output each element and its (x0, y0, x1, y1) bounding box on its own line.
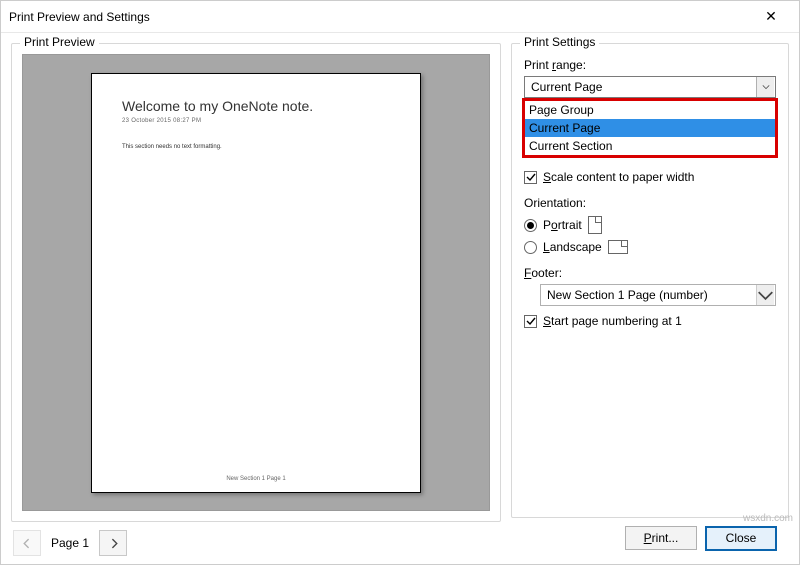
prev-page-button[interactable] (13, 530, 41, 556)
titlebar: Print Preview and Settings ✕ (1, 1, 799, 33)
orientation-label: Orientation: (524, 196, 776, 210)
chevron-down-icon (756, 77, 774, 97)
orientation-portrait-row[interactable]: Portrait (524, 216, 776, 234)
watermark: wsxdn.com (743, 513, 793, 524)
scale-checkbox[interactable] (524, 171, 537, 184)
close-button[interactable]: Close (705, 526, 777, 551)
print-range-label: Print range: (524, 58, 776, 72)
landscape-radio[interactable] (524, 241, 537, 254)
print-range-value: Current Page (531, 80, 756, 94)
pager: Page 1 (11, 528, 501, 558)
dialog-buttons: Print... Close (511, 518, 789, 558)
page-indicator: Page 1 (47, 536, 93, 550)
preview-canvas: Welcome to my OneNote note. 23 October 2… (22, 54, 490, 511)
print-preview-fieldset: Print Preview Welcome to my OneNote note… (11, 43, 501, 522)
preview-page-meta: 23 October 2015 08:27 PM (122, 118, 390, 124)
radio-dot (527, 222, 534, 229)
portrait-label: Portrait (543, 218, 582, 232)
print-range-option-page-group[interactable]: Page Group (525, 101, 775, 119)
portrait-icon (588, 216, 602, 234)
check-icon (526, 316, 536, 326)
dialog-window: Print Preview and Settings ✕ Print Previ… (0, 0, 800, 565)
scale-checkbox-row[interactable]: Scale content to paper width (524, 170, 776, 184)
print-button[interactable]: Print... (625, 526, 697, 550)
dialog-body: Print Preview Welcome to my OneNote note… (1, 33, 799, 564)
print-range-option-current-section[interactable]: Current Section (525, 137, 775, 155)
check-icon (526, 172, 536, 182)
footer-label: Footer: (524, 266, 776, 280)
scale-label: Scale content to paper width (543, 170, 694, 184)
preview-legend: Print Preview (20, 35, 99, 49)
footer-select[interactable]: New Section 1 Page (number) (540, 284, 776, 306)
chevron-down-icon (756, 285, 774, 305)
window-title: Print Preview and Settings (9, 10, 751, 24)
orientation-landscape-row[interactable]: Landscape (524, 240, 776, 254)
preview-page-body: This section needs no text formatting. (122, 144, 390, 150)
portrait-radio[interactable] (524, 219, 537, 232)
print-settings-fieldset: Print Settings Print range: Current Page… (511, 43, 789, 518)
print-range-dropdown: Page Group Current Page Current Section (522, 98, 778, 158)
settings-column: Print Settings Print range: Current Page… (511, 43, 789, 558)
close-icon[interactable]: ✕ (751, 2, 791, 32)
print-range-option-current-page[interactable]: Current Page (525, 119, 775, 137)
start-numbering-row[interactable]: Start page numbering at 1 (524, 314, 776, 328)
print-range-select[interactable]: Current Page (524, 76, 776, 98)
landscape-label: Landscape (543, 240, 602, 254)
print-range-select-wrap: Current Page Page Group Current Page Cur… (524, 76, 776, 98)
preview-page-title: Welcome to my OneNote note. (122, 98, 390, 114)
chevron-right-icon (108, 538, 119, 549)
chevron-left-icon (22, 538, 33, 549)
preview-page-footer: New Section 1 Page 1 (92, 476, 420, 482)
start-numbering-label: Start page numbering at 1 (543, 314, 682, 328)
preview-page: Welcome to my OneNote note. 23 October 2… (91, 73, 421, 493)
start-numbering-checkbox[interactable] (524, 315, 537, 328)
next-page-button[interactable] (99, 530, 127, 556)
landscape-icon (608, 240, 628, 254)
settings-legend: Print Settings (520, 35, 599, 49)
footer-value: New Section 1 Page (number) (547, 288, 756, 302)
preview-column: Print Preview Welcome to my OneNote note… (11, 43, 501, 558)
